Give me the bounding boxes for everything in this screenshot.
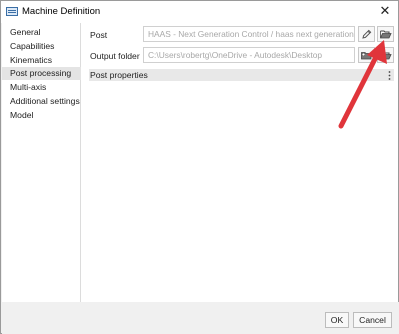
folder-new-icon — [361, 52, 372, 60]
more-vertical-icon[interactable] — [388, 71, 391, 80]
new-folder-button[interactable] — [358, 47, 375, 63]
browse-output-folder-button[interactable] — [377, 47, 394, 63]
sidebar-item-model[interactable]: Model — [2, 109, 81, 122]
ok-button[interactable]: OK — [325, 312, 349, 328]
sidebar-item-multi-axis[interactable]: Multi-axis — [2, 81, 81, 94]
pencil-icon — [362, 29, 372, 39]
title-bar: Machine Definition ✕ — [1, 1, 398, 23]
post-properties-label: Post properties — [90, 70, 148, 80]
sidebar-item-general[interactable]: General — [2, 26, 81, 39]
post-processing-panel: Post HAAS - Next Generation Control / ha… — [81, 23, 398, 302]
folder-open-icon — [380, 51, 392, 60]
sidebar-item-capabilities[interactable]: Capabilities — [2, 40, 81, 53]
output-folder-field[interactable]: C:\Users\robertg\OneDrive - Autodesk\Des… — [143, 47, 355, 63]
folder-open-icon — [380, 30, 392, 39]
sidebar-item-post-processing[interactable]: Post processing — [2, 67, 81, 80]
cancel-button[interactable]: Cancel — [353, 312, 392, 328]
output-folder-label: Output folder — [90, 51, 140, 61]
machine-definition-dialog: Machine Definition ✕ General Capabilitie… — [0, 0, 399, 334]
dialog-footer: OK Cancel — [2, 302, 399, 334]
post-label: Post — [90, 30, 108, 40]
sidebar-item-additional-settings[interactable]: Additional settings — [2, 95, 81, 108]
edit-post-button[interactable] — [358, 26, 375, 42]
sidebar: General Capabilities Kinematics Post pro… — [2, 23, 81, 302]
post-field[interactable]: HAAS - Next Generation Control / haas ne… — [143, 26, 355, 42]
window-icon — [6, 7, 18, 16]
browse-post-button[interactable] — [377, 26, 394, 42]
window-title: Machine Definition — [22, 6, 101, 17]
post-properties-header[interactable]: Post properties — [89, 69, 394, 81]
close-button[interactable]: ✕ — [374, 1, 396, 21]
sidebar-item-kinematics[interactable]: Kinematics — [2, 54, 81, 67]
